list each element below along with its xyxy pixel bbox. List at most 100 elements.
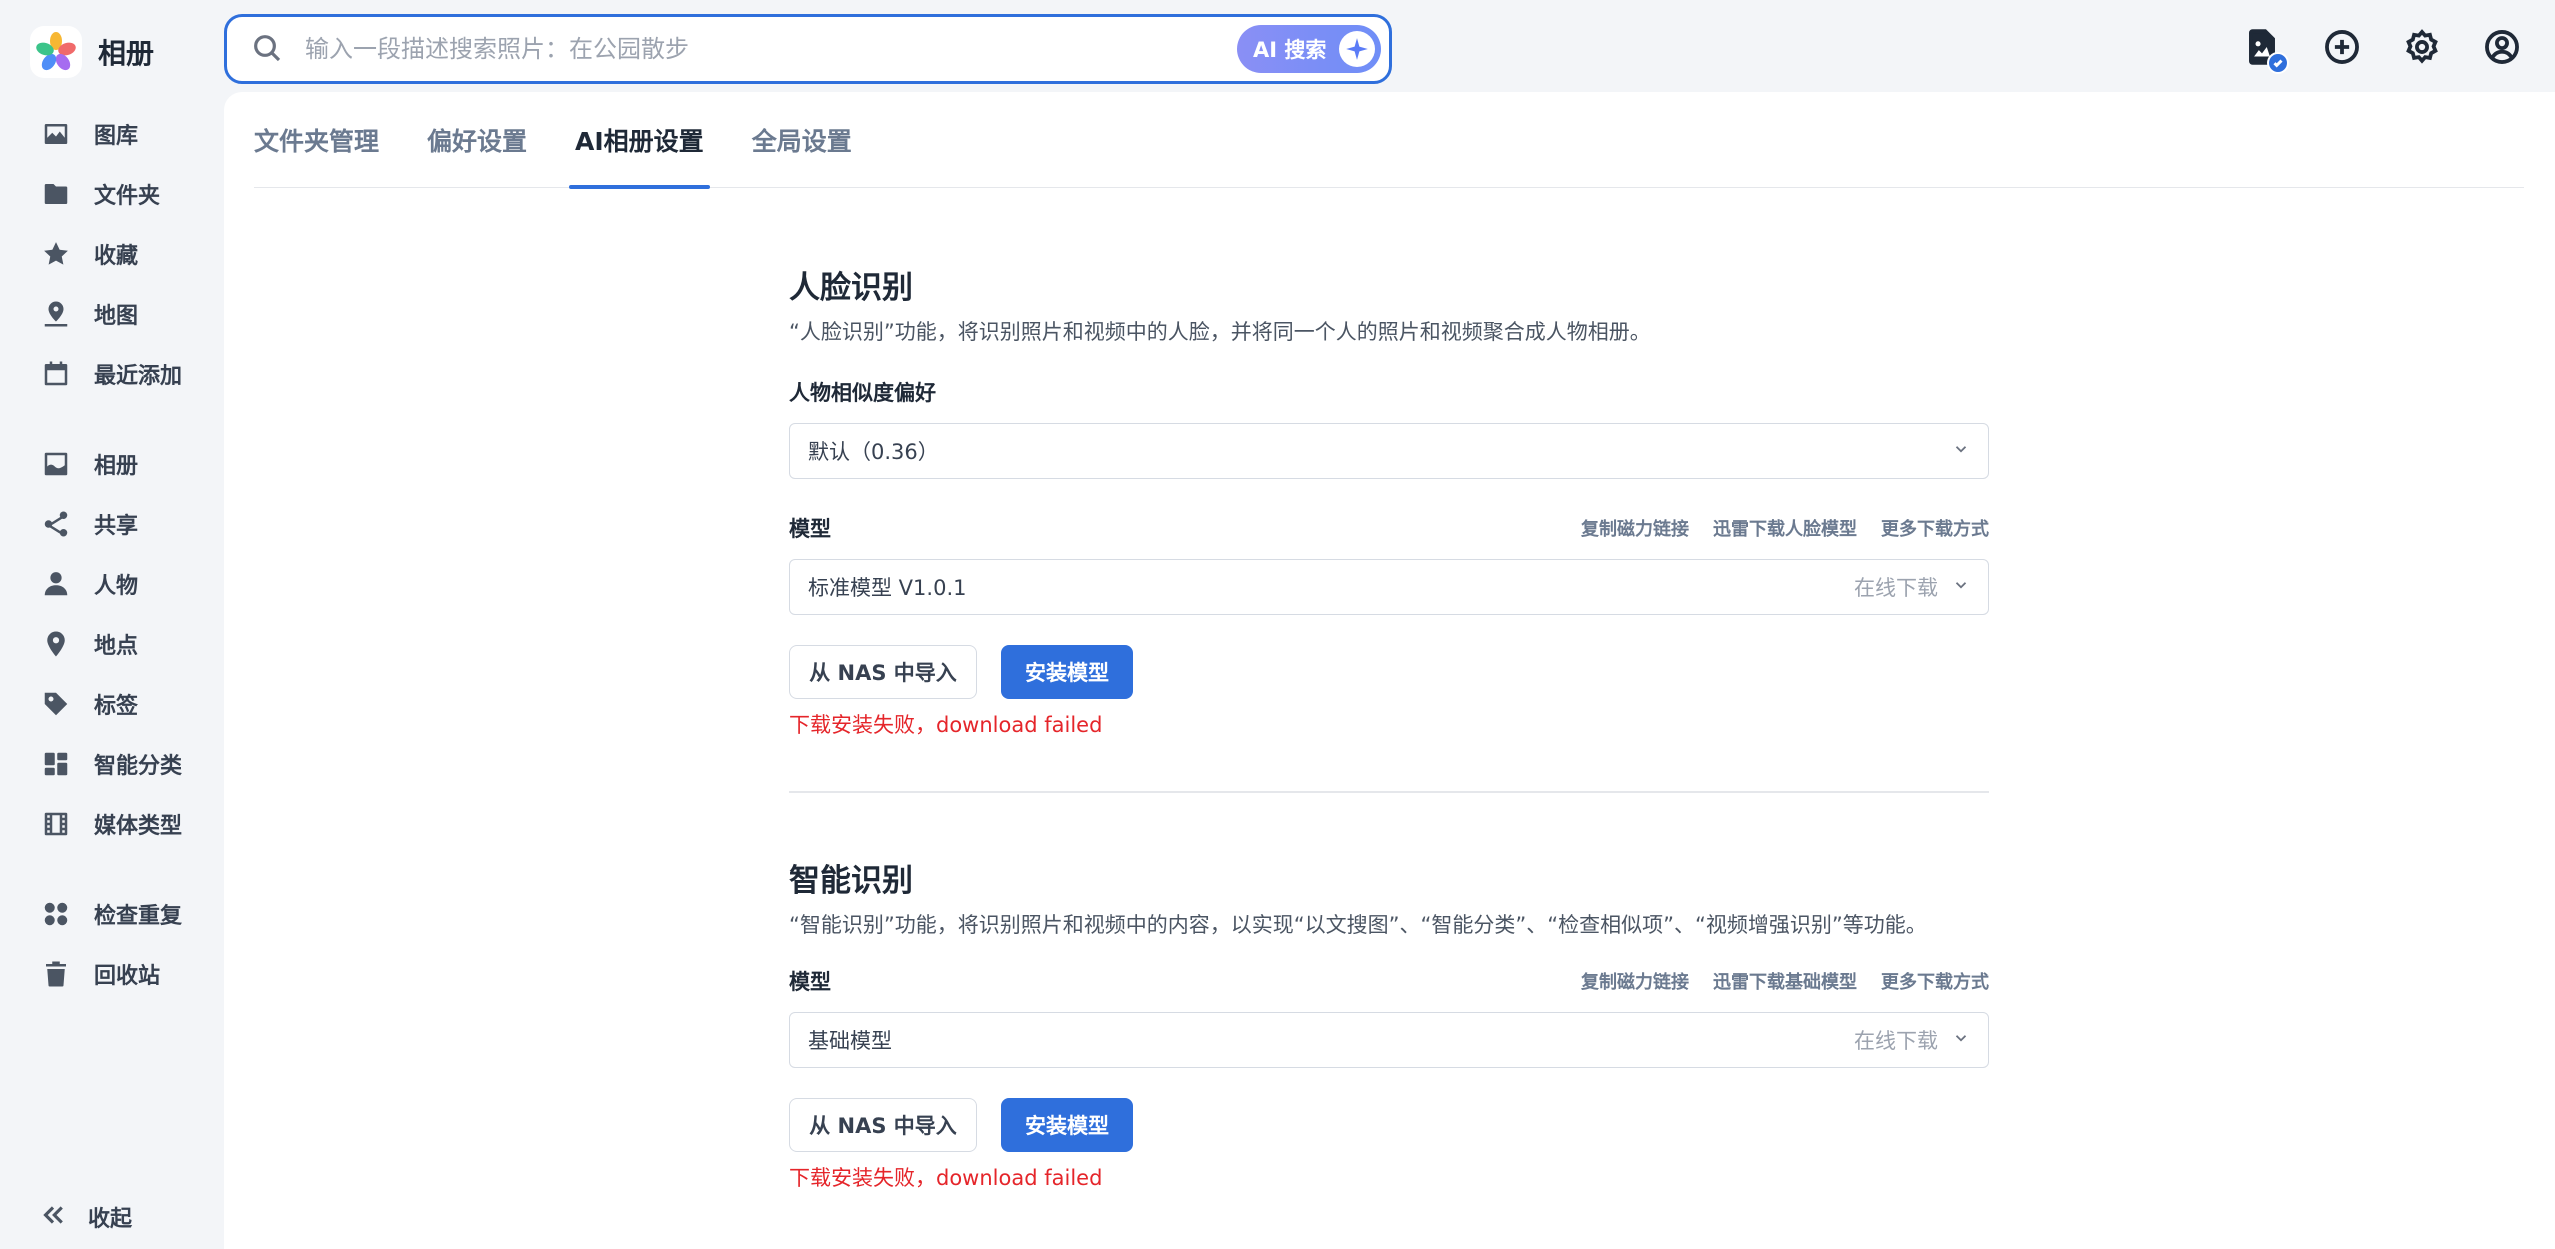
sidebar-item-duplicates[interactable]: 检查重复 xyxy=(38,884,218,944)
double-chevron-left-icon xyxy=(38,1200,68,1234)
sidebar-item-people[interactable]: 人物 xyxy=(38,554,218,614)
person-icon xyxy=(38,566,74,602)
install-model-button[interactable]: 安装模型 xyxy=(1001,645,1133,699)
face-model-actions: 从 NAS 中导入 安装模型 xyxy=(789,645,1989,699)
film-icon xyxy=(38,806,74,842)
chevron-down-icon xyxy=(1952,576,1970,598)
face-model-links: 复制磁力链接 迅雷下载人脸模型 更多下载方式 xyxy=(1581,515,1989,541)
smart-error-message: 下载安装失败，download failed xyxy=(789,1165,1103,1190)
similarity-value: 默认（0.36） xyxy=(808,440,939,464)
sidebar-item-label: 相册 xyxy=(94,454,139,479)
sidebar-collapse-button[interactable]: 收起 xyxy=(38,1200,132,1234)
smart-model-label: 模型 xyxy=(789,969,831,994)
folder-icon xyxy=(38,176,74,212)
search-icon xyxy=(251,32,285,66)
sidebar-item-map[interactable]: 地图 xyxy=(38,284,218,344)
import-from-nas-button[interactable]: 从 NAS 中导入 xyxy=(789,645,977,699)
account-button[interactable] xyxy=(2481,26,2523,68)
sidebar-item-label: 最近添加 xyxy=(94,364,183,389)
face-error-message: 下载安装失败，download failed xyxy=(789,713,1103,737)
sidebar-item-smart-category[interactable]: 智能分类 xyxy=(38,734,218,794)
chevron-down-icon xyxy=(1952,1029,1970,1051)
more-download-link[interactable]: 更多下载方式 xyxy=(1881,968,1989,994)
chevron-down-icon xyxy=(1952,440,1970,462)
similarity-select[interactable]: 默认（0.36） xyxy=(789,423,1989,479)
sidebar-item-albums[interactable]: 相册 xyxy=(38,434,218,494)
smart-model-actions: 从 NAS 中导入 安装模型 xyxy=(789,1097,1989,1152)
settings-content: 人脸识别 “人脸识别”功能，将识别照片和视频中的人脸，并将同一个人的照片和视频聚… xyxy=(789,188,1989,1192)
face-model-row: 模型 复制磁力链接 迅雷下载人脸模型 更多下载方式 xyxy=(789,513,1989,543)
copy-magnet-link[interactable]: 复制磁力链接 xyxy=(1581,968,1689,994)
smart-model-select[interactable]: 基础模型 在线下载 xyxy=(789,1011,1989,1068)
brand[interactable]: 相册 xyxy=(30,26,154,78)
sidebar-item-label: 回收站 xyxy=(94,964,161,989)
plus-circle-icon xyxy=(2325,30,2359,64)
collapse-label: 收起 xyxy=(88,1207,133,1232)
more-download-link[interactable]: 更多下载方式 xyxy=(1881,515,1989,541)
sidebar-item-label: 图库 xyxy=(94,124,139,149)
smart-model-links: 复制磁力链接 迅雷下载基础模型 更多下载方式 xyxy=(1581,968,1989,994)
tag-icon xyxy=(38,686,74,722)
sidebar-item-label: 共享 xyxy=(94,514,139,539)
sidebar-item-label: 地图 xyxy=(94,304,139,329)
album-icon xyxy=(38,446,74,482)
face-model-select[interactable]: 标准模型 V1.0.1 在线下载 xyxy=(789,559,1989,615)
app-name: 相册 xyxy=(98,37,155,70)
face-section-desc: “人脸识别”功能，将识别照片和视频中的人脸，并将同一个人的照片和视频聚合成人物相… xyxy=(789,320,1651,344)
add-button[interactable] xyxy=(2321,26,2363,68)
calendar-icon xyxy=(38,356,74,392)
tab-global-settings[interactable]: 全局设置 xyxy=(752,92,852,188)
sidebar-item-label: 文件夹 xyxy=(94,184,161,209)
sidebar-item-gallery[interactable]: 图库 xyxy=(38,104,218,164)
sidebar-item-trash[interactable]: 回收站 xyxy=(38,944,218,1004)
import-from-nas-button[interactable]: 从 NAS 中导入 xyxy=(789,1097,977,1152)
sidebar-item-label: 检查重复 xyxy=(94,904,183,929)
similarity-label: 人物相似度偏好 xyxy=(789,381,936,405)
smart-section-desc: “智能识别”功能，将识别照片和视频中的内容，以实现“以文搜图”、“智能分类”、“… xyxy=(789,912,1927,937)
sidebar-item-label: 地点 xyxy=(94,634,139,659)
face-section-title: 人脸识别 xyxy=(789,270,913,306)
install-model-button[interactable]: 安装模型 xyxy=(1001,1097,1133,1152)
face-recognition-section: 人脸识别 “人脸识别”功能，将识别照片和视频中的人脸，并将同一个人的照片和视频聚… xyxy=(789,262,1989,739)
tab-folder-management[interactable]: 文件夹管理 xyxy=(254,92,379,188)
sidebar-item-label: 人物 xyxy=(94,574,139,599)
sidebar-item-share[interactable]: 共享 xyxy=(38,494,218,554)
ai-search-button[interactable]: AI 搜索 xyxy=(1237,25,1381,73)
face-model-value: 标准模型 V1.0.1 xyxy=(808,576,967,600)
trash-icon xyxy=(38,956,74,992)
sidebar-item-label: 智能分类 xyxy=(94,754,183,779)
similarity-row: 人物相似度偏好 xyxy=(789,377,1989,407)
main-panel: 文件夹管理 偏好设置 AI相册设置 全局设置 人脸识别 “人脸识别”功能，将识别… xyxy=(224,92,2555,1249)
check-badge-icon xyxy=(2267,52,2289,74)
star-icon xyxy=(38,236,74,272)
ai-search-label: AI 搜索 xyxy=(1253,38,1327,62)
sparkle-icon xyxy=(1339,31,1375,67)
sidebar-item-places[interactable]: 地点 xyxy=(38,614,218,674)
thunder-download-link[interactable]: 迅雷下载人脸模型 xyxy=(1713,515,1857,541)
select-right: 在线下载 xyxy=(1854,572,1970,602)
sidebar-item-tags[interactable]: 标签 xyxy=(38,674,218,734)
settings-tabs: 文件夹管理 偏好设置 AI相册设置 全局设置 xyxy=(254,92,2524,189)
sidebar-item-favorites[interactable]: 收藏 xyxy=(38,224,218,284)
duplicate-icon xyxy=(38,896,74,932)
thunder-download-link[interactable]: 迅雷下载基础模型 xyxy=(1713,968,1857,994)
sidebar: 相册 图库 文件夹 收藏 地图 最近添加 相册 共享 人物 地点 标签 智能分类… xyxy=(0,0,224,1249)
tab-ai-album-settings[interactable]: AI相册设置 xyxy=(569,92,710,189)
image-icon xyxy=(38,116,74,152)
sidebar-item-media-type[interactable]: 媒体类型 xyxy=(38,794,218,854)
tab-preferences[interactable]: 偏好设置 xyxy=(427,92,527,188)
sidebar-item-folders[interactable]: 文件夹 xyxy=(38,164,218,224)
copy-magnet-link[interactable]: 复制磁力链接 xyxy=(1581,515,1689,541)
face-model-label: 模型 xyxy=(789,517,831,541)
select-right xyxy=(1952,440,1970,462)
settings-button[interactable] xyxy=(2401,26,2443,68)
sidebar-item-recent[interactable]: 最近添加 xyxy=(38,344,218,404)
search-input[interactable] xyxy=(305,35,1205,63)
sidebar-nav: 图库 文件夹 收藏 地图 最近添加 相册 共享 人物 地点 标签 智能分类 媒体… xyxy=(38,104,218,1004)
share-icon xyxy=(38,506,74,542)
smart-recognition-section: 智能识别 “智能识别”功能，将识别照片和视频中的内容，以实现“以文搜图”、“智能… xyxy=(789,855,1989,1192)
search-bar: AI 搜索 xyxy=(224,14,1392,84)
task-status-button[interactable] xyxy=(2241,26,2289,74)
smart-section-title: 智能识别 xyxy=(789,862,913,899)
section-divider xyxy=(789,791,1989,793)
